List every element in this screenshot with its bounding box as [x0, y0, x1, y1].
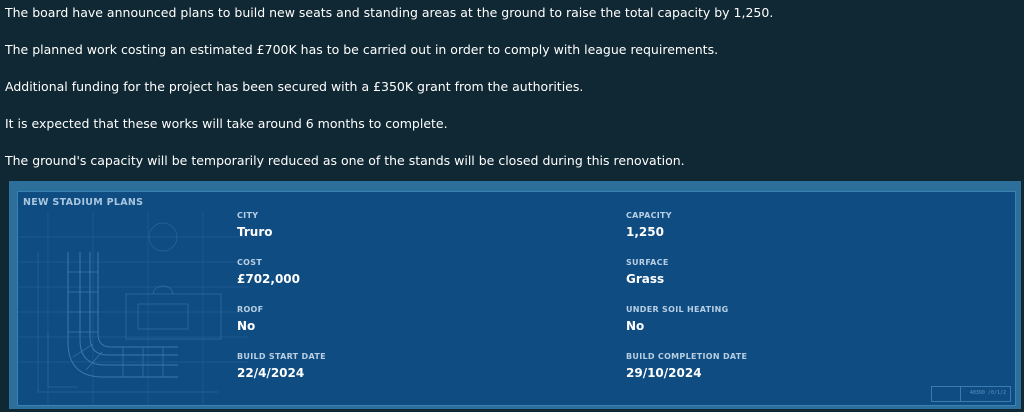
build-start-field: BUILD START DATE 22/4/2024 [237, 352, 326, 381]
stadium-blueprint-illustration [18, 212, 248, 405]
stadium-plans-title: NEW STADIUM PLANS [23, 197, 144, 208]
cost-label: COST [237, 258, 263, 267]
build-completion-label: BUILD COMPLETION DATE [626, 352, 748, 361]
news-message-body: The board have announced plans to build … [5, 5, 1015, 168]
roof-value: No [237, 319, 256, 333]
city-field: CITY Truro [237, 211, 273, 240]
capacity-value: 1,250 [626, 225, 664, 239]
title-block-divider [960, 387, 961, 401]
cost-field: COST £702,000 [237, 258, 300, 287]
city-label: CITY [237, 211, 259, 220]
capacity-field: CAPACITY 1,250 [626, 211, 672, 240]
surface-field: SURFACE Grass [626, 258, 669, 287]
message-paragraph-2: The planned work costing an estimated £7… [5, 42, 719, 57]
city-value: Truro [237, 225, 273, 239]
blueprint-title-block: 40390 /0/1/2 [931, 386, 1011, 402]
build-start-value: 22/4/2024 [237, 366, 305, 380]
blueprint-stamp-code: 40390 /0/1/2 [969, 390, 1006, 396]
build-start-label: BUILD START DATE [237, 352, 326, 361]
surface-label: SURFACE [626, 258, 669, 267]
under-soil-heating-label: UNDER SOIL HEATING [626, 305, 729, 314]
message-paragraph-3: Additional funding for the project has b… [5, 79, 584, 94]
message-paragraph-5: The ground's capacity will be temporaril… [5, 153, 685, 168]
capacity-label: CAPACITY [626, 211, 672, 220]
message-paragraph-1: The board have announced plans to build … [5, 5, 774, 20]
under-soil-heating-value: No [626, 319, 645, 333]
under-soil-heating-field: UNDER SOIL HEATING No [626, 305, 729, 334]
cost-value: £702,000 [237, 272, 301, 286]
roof-field: ROOF No [237, 305, 263, 334]
roof-label: ROOF [237, 305, 264, 314]
stadium-plans-card: NEW STADIUM PLANS CITY Truro COST £702,0… [17, 191, 1016, 406]
message-paragraph-4: It is expected that these works will tak… [5, 116, 448, 131]
build-completion-value: 29/10/2024 [626, 366, 702, 380]
build-completion-field: BUILD COMPLETION DATE 29/10/2024 [626, 352, 747, 381]
surface-value: Grass [626, 272, 665, 286]
